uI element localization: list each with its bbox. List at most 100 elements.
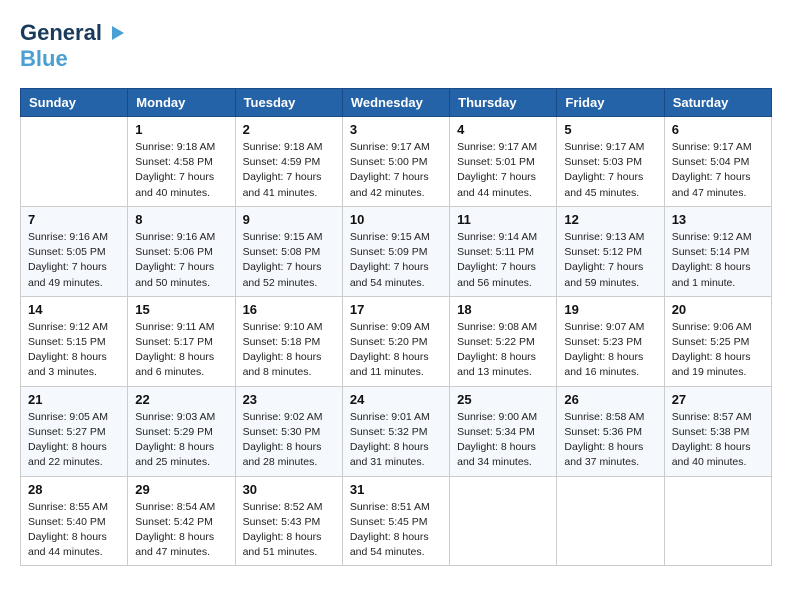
sunset-text: Sunset: 4:59 PM [243, 155, 335, 170]
daylight-text: Daylight: 8 hours and 37 minutes. [564, 440, 656, 470]
calendar-cell: 26 Sunrise: 8:58 AM Sunset: 5:36 PM Dayl… [557, 386, 664, 476]
cell-info: Sunrise: 8:58 AM Sunset: 5:36 PM Dayligh… [564, 410, 656, 471]
sunrise-text: Sunrise: 9:18 AM [135, 140, 227, 155]
sunrise-text: Sunrise: 9:02 AM [243, 410, 335, 425]
cell-info: Sunrise: 9:05 AM Sunset: 5:27 PM Dayligh… [28, 410, 120, 471]
day-number: 4 [457, 122, 549, 137]
daylight-text: Daylight: 8 hours and 54 minutes. [350, 530, 442, 560]
day-number: 16 [243, 302, 335, 317]
sunset-text: Sunset: 5:29 PM [135, 425, 227, 440]
column-header-saturday: Saturday [664, 89, 771, 117]
logo-text-general: General [20, 20, 102, 46]
calendar-cell: 3 Sunrise: 9:17 AM Sunset: 5:00 PM Dayli… [342, 117, 449, 207]
calendar-cell: 12 Sunrise: 9:13 AM Sunset: 5:12 PM Dayl… [557, 206, 664, 296]
sunrise-text: Sunrise: 8:51 AM [350, 500, 442, 515]
calendar-cell: 27 Sunrise: 8:57 AM Sunset: 5:38 PM Dayl… [664, 386, 771, 476]
cell-info: Sunrise: 9:07 AM Sunset: 5:23 PM Dayligh… [564, 320, 656, 381]
sunset-text: Sunset: 5:14 PM [672, 245, 764, 260]
cell-info: Sunrise: 9:18 AM Sunset: 4:59 PM Dayligh… [243, 140, 335, 201]
day-number: 28 [28, 482, 120, 497]
sunset-text: Sunset: 5:20 PM [350, 335, 442, 350]
calendar-week-3: 14 Sunrise: 9:12 AM Sunset: 5:15 PM Dayl… [21, 296, 772, 386]
daylight-text: Daylight: 8 hours and 6 minutes. [135, 350, 227, 380]
calendar-cell: 10 Sunrise: 9:15 AM Sunset: 5:09 PM Dayl… [342, 206, 449, 296]
sunset-text: Sunset: 5:01 PM [457, 155, 549, 170]
calendar-cell: 1 Sunrise: 9:18 AM Sunset: 4:58 PM Dayli… [128, 117, 235, 207]
sunset-text: Sunset: 5:04 PM [672, 155, 764, 170]
cell-info: Sunrise: 9:14 AM Sunset: 5:11 PM Dayligh… [457, 230, 549, 291]
sunset-text: Sunset: 5:09 PM [350, 245, 442, 260]
calendar-cell [450, 476, 557, 566]
daylight-text: Daylight: 8 hours and 3 minutes. [28, 350, 120, 380]
calendar-cell: 17 Sunrise: 9:09 AM Sunset: 5:20 PM Dayl… [342, 296, 449, 386]
sunrise-text: Sunrise: 9:01 AM [350, 410, 442, 425]
cell-info: Sunrise: 9:17 AM Sunset: 5:01 PM Dayligh… [457, 140, 549, 201]
sunset-text: Sunset: 5:43 PM [243, 515, 335, 530]
calendar-cell: 13 Sunrise: 9:12 AM Sunset: 5:14 PM Dayl… [664, 206, 771, 296]
sunset-text: Sunset: 5:27 PM [28, 425, 120, 440]
cell-info: Sunrise: 9:02 AM Sunset: 5:30 PM Dayligh… [243, 410, 335, 471]
day-number: 19 [564, 302, 656, 317]
sunset-text: Sunset: 5:25 PM [672, 335, 764, 350]
column-header-thursday: Thursday [450, 89, 557, 117]
sunrise-text: Sunrise: 9:00 AM [457, 410, 549, 425]
cell-info: Sunrise: 9:12 AM Sunset: 5:15 PM Dayligh… [28, 320, 120, 381]
daylight-text: Daylight: 7 hours and 40 minutes. [135, 170, 227, 200]
sunset-text: Sunset: 5:23 PM [564, 335, 656, 350]
daylight-text: Daylight: 8 hours and 28 minutes. [243, 440, 335, 470]
day-number: 18 [457, 302, 549, 317]
sunrise-text: Sunrise: 8:52 AM [243, 500, 335, 515]
daylight-text: Daylight: 8 hours and 13 minutes. [457, 350, 549, 380]
daylight-text: Daylight: 7 hours and 50 minutes. [135, 260, 227, 290]
calendar-cell: 29 Sunrise: 8:54 AM Sunset: 5:42 PM Dayl… [128, 476, 235, 566]
column-header-friday: Friday [557, 89, 664, 117]
day-number: 8 [135, 212, 227, 227]
column-header-monday: Monday [128, 89, 235, 117]
daylight-text: Daylight: 7 hours and 52 minutes. [243, 260, 335, 290]
calendar-cell: 31 Sunrise: 8:51 AM Sunset: 5:45 PM Dayl… [342, 476, 449, 566]
daylight-text: Daylight: 8 hours and 31 minutes. [350, 440, 442, 470]
cell-info: Sunrise: 9:06 AM Sunset: 5:25 PM Dayligh… [672, 320, 764, 381]
sunset-text: Sunset: 5:15 PM [28, 335, 120, 350]
calendar-cell: 9 Sunrise: 9:15 AM Sunset: 5:08 PM Dayli… [235, 206, 342, 296]
calendar-cell [21, 117, 128, 207]
day-number: 26 [564, 392, 656, 407]
day-number: 20 [672, 302, 764, 317]
logo-icon [106, 22, 128, 44]
day-number: 2 [243, 122, 335, 137]
calendar-cell: 20 Sunrise: 9:06 AM Sunset: 5:25 PM Dayl… [664, 296, 771, 386]
cell-info: Sunrise: 9:08 AM Sunset: 5:22 PM Dayligh… [457, 320, 549, 381]
cell-info: Sunrise: 8:54 AM Sunset: 5:42 PM Dayligh… [135, 500, 227, 561]
calendar-cell: 30 Sunrise: 8:52 AM Sunset: 5:43 PM Dayl… [235, 476, 342, 566]
column-header-tuesday: Tuesday [235, 89, 342, 117]
cell-info: Sunrise: 9:17 AM Sunset: 5:03 PM Dayligh… [564, 140, 656, 201]
calendar-week-1: 1 Sunrise: 9:18 AM Sunset: 4:58 PM Dayli… [21, 117, 772, 207]
day-number: 7 [28, 212, 120, 227]
calendar-cell: 15 Sunrise: 9:11 AM Sunset: 5:17 PM Dayl… [128, 296, 235, 386]
calendar-cell: 8 Sunrise: 9:16 AM Sunset: 5:06 PM Dayli… [128, 206, 235, 296]
sunrise-text: Sunrise: 9:15 AM [350, 230, 442, 245]
logo-text-blue: Blue [20, 46, 68, 72]
sunset-text: Sunset: 5:45 PM [350, 515, 442, 530]
calendar-cell: 19 Sunrise: 9:07 AM Sunset: 5:23 PM Dayl… [557, 296, 664, 386]
page-header: General Blue [20, 20, 772, 72]
sunset-text: Sunset: 5:17 PM [135, 335, 227, 350]
sunrise-text: Sunrise: 9:16 AM [135, 230, 227, 245]
sunrise-text: Sunrise: 9:05 AM [28, 410, 120, 425]
cell-info: Sunrise: 9:03 AM Sunset: 5:29 PM Dayligh… [135, 410, 227, 471]
sunrise-text: Sunrise: 9:18 AM [243, 140, 335, 155]
sunset-text: Sunset: 5:36 PM [564, 425, 656, 440]
sunrise-text: Sunrise: 9:06 AM [672, 320, 764, 335]
day-number: 22 [135, 392, 227, 407]
sunrise-text: Sunrise: 9:17 AM [672, 140, 764, 155]
sunset-text: Sunset: 5:11 PM [457, 245, 549, 260]
sunrise-text: Sunrise: 9:07 AM [564, 320, 656, 335]
sunrise-text: Sunrise: 8:57 AM [672, 410, 764, 425]
daylight-text: Daylight: 8 hours and 51 minutes. [243, 530, 335, 560]
daylight-text: Daylight: 7 hours and 59 minutes. [564, 260, 656, 290]
calendar-cell: 14 Sunrise: 9:12 AM Sunset: 5:15 PM Dayl… [21, 296, 128, 386]
cell-info: Sunrise: 9:12 AM Sunset: 5:14 PM Dayligh… [672, 230, 764, 291]
daylight-text: Daylight: 8 hours and 8 minutes. [243, 350, 335, 380]
sunrise-text: Sunrise: 9:15 AM [243, 230, 335, 245]
sunrise-text: Sunrise: 9:10 AM [243, 320, 335, 335]
